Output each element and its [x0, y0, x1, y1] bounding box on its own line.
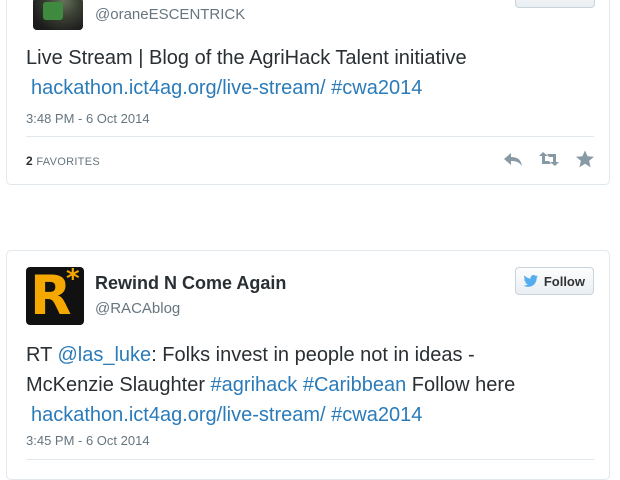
hashtag-link[interactable]: #agrihack	[211, 374, 298, 396]
avatar[interactable]: R *	[26, 267, 84, 325]
favorites-label: FAVORITES	[36, 156, 100, 168]
reply-icon[interactable]	[502, 150, 524, 168]
author-name[interactable]: Rewind N Come Again	[95, 273, 286, 294]
mention-link[interactable]: @las_luke	[58, 344, 152, 366]
favorites-count[interactable]: 2 FAVORITES	[26, 154, 100, 168]
star-icon[interactable]	[574, 150, 596, 168]
author-handle[interactable]: @RACAblog	[95, 300, 180, 317]
hashtag-link[interactable]: #Caribbean	[303, 374, 406, 396]
tweet-text-prefix: RT	[26, 344, 58, 366]
timestamp[interactable]: 3:45 PM - 6 Oct 2014	[26, 433, 150, 448]
tweet-actions	[502, 150, 596, 168]
follow-button-edge[interactable]	[515, 0, 595, 8]
hashtag-link[interactable]: #cwa2014	[331, 404, 422, 426]
tweet-text-line: Live Stream | Blog of the AgriHack Talen…	[26, 47, 467, 69]
follow-label: Follow	[543, 273, 585, 289]
tweet-text-segment: : Folks invest in people not in ideas -	[151, 344, 475, 366]
tweet-text: Live Stream | Blog of the AgriHack Talen…	[26, 43, 596, 103]
tweet-text-segment: Follow here	[406, 374, 516, 396]
follow-button[interactable]: Follow	[515, 267, 594, 295]
tweet-text-segment: McKenzie Slaughter	[26, 374, 211, 396]
timestamp[interactable]: 3:48 PM - 6 Oct 2014	[26, 111, 150, 126]
retweet-icon[interactable]	[538, 150, 560, 168]
avatar-star: *	[66, 267, 80, 294]
avatar[interactable]	[33, 0, 83, 30]
favorites-number: 2	[26, 154, 33, 168]
tweet-link[interactable]: hackathon.ict4ag.org/live-stream/	[31, 77, 326, 99]
hashtag-link[interactable]: #cwa2014	[331, 77, 422, 99]
tweet-text: RT @las_luke: Folks invest in people not…	[26, 340, 596, 430]
divider	[26, 459, 594, 460]
tweet-link[interactable]: hackathon.ict4ag.org/live-stream/	[31, 404, 326, 426]
divider	[26, 136, 594, 137]
twitter-bird-icon	[523, 274, 539, 287]
author-handle[interactable]: @oraneESCENTRICK	[95, 6, 245, 23]
